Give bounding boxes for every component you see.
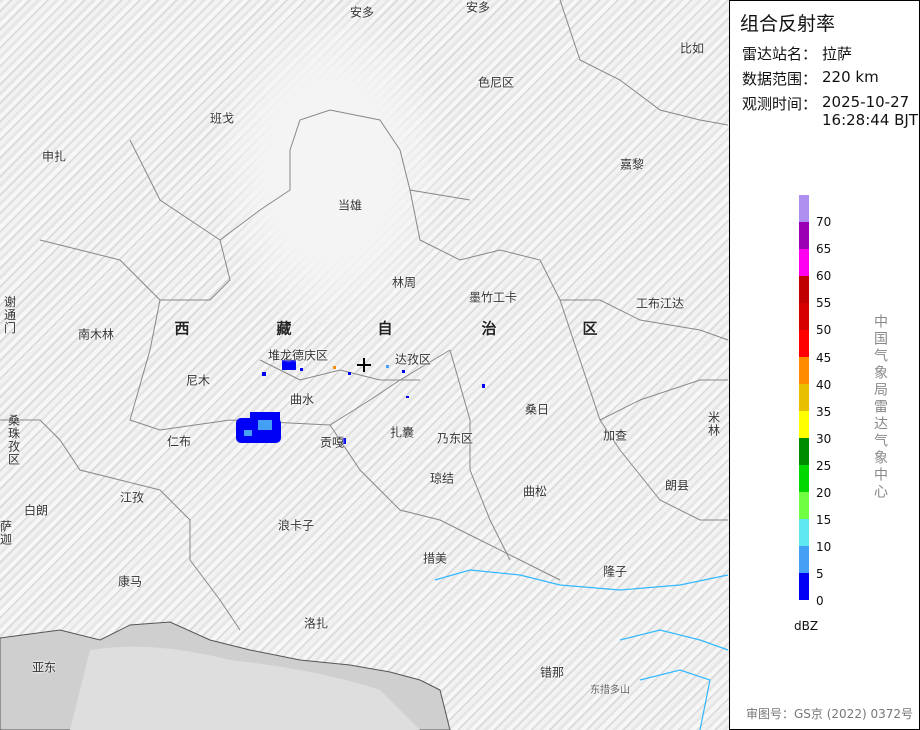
info-panel: 组合反射率 雷达站名： 拉萨 数据范围： 220 km 观测时间： 2025-10-2… [729,0,920,730]
legend-tick: 15 [816,513,832,528]
color-legend [799,195,809,600]
product-title: 组合反射率 [740,13,836,35]
place-label: 仁布 [166,434,192,449]
legend-swatch [799,249,809,276]
place-label: 南木林 [77,327,115,342]
legend-swatch [799,519,809,546]
radar-map[interactable]: 西 藏 自 治 区 安多 安多 比如 色尼区 班戈 申扎 嘉黎 当雄 林周 墨竹… [0,0,729,730]
place-label: 比如 [679,41,705,56]
legend-unit: dBZ [794,619,819,633]
place-label: 嘉黎 [619,157,645,172]
legend-tick: 35 [816,404,832,419]
place-label: 曲水 [289,392,315,407]
place-label: 安多 [465,0,491,15]
place-label: 工布江达 [635,296,685,311]
legend-swatch [799,492,809,519]
place-label: 桑日 [524,402,550,417]
place-label: 亚东 [31,660,57,675]
legend-swatch [799,330,809,357]
legend-swatch [799,411,809,438]
range-value: 220 km [822,68,879,86]
place-label: 错那 [539,665,565,680]
place-label: 乃东区 [436,431,474,446]
place-label: 堆龙德庆区 [267,348,329,363]
region-char: 自 [377,319,393,338]
place-label: 达孜区 [394,352,432,367]
place-label: 隆子 [602,564,628,579]
map-approval-number: 审图号：GS京 (2022) 0372号 [746,707,913,721]
time-label: 观测时间： [742,95,818,113]
organization-label: 中国气象局雷达气象中心 [872,314,888,501]
range-label: 数据范围： [742,70,818,88]
region-char: 治 [481,319,497,338]
legend-tick: 5 [816,567,824,582]
legend-swatch [799,465,809,492]
legend-tick: 50 [816,323,832,338]
legend-swatch [799,222,809,249]
place-label: 谢通门 [2,295,17,335]
place-label: 扎囊 [389,425,415,440]
place-label: 曲松 [522,484,548,499]
region-char: 西 [174,319,190,338]
legend-swatch [799,573,809,600]
place-label: 朗县 [664,478,690,493]
legend-swatch [799,303,809,330]
place-label: 色尼区 [477,75,515,90]
place-label: 浪卡子 [277,518,315,533]
legend-tick: 65 [816,242,832,257]
place-label: 当雄 [337,198,363,213]
station-label: 雷达站名： [742,45,818,63]
place-label: 白朗 [23,503,49,518]
place-label: 林周 [391,275,417,290]
place-label: 措美 [422,551,448,566]
legend-tick: 60 [816,269,832,284]
legend-tick: 20 [816,486,832,500]
legend-swatch [799,438,809,465]
map-boundaries [0,0,729,730]
place-label: 墨竹工卡 [468,290,518,305]
place-label: 贡嘎 [319,435,345,450]
legend-swatch [799,195,809,222]
radar-site-marker [357,358,371,372]
date-value: 2025-10-27 [822,93,910,111]
legend-tick: 10 [816,540,832,555]
legend-tick: 30 [816,431,832,446]
place-label: 江孜 [119,490,145,505]
legend-tick: 40 [816,377,832,392]
place-label: 桑珠孜区 [6,414,21,466]
legend-swatch [799,276,809,303]
region-char: 区 [582,319,598,338]
place-label: 琼结 [429,471,455,486]
legend-tick: 55 [816,296,832,311]
place-label: 安多 [349,5,375,20]
place-label: 申扎 [41,149,67,164]
mountain-label: 东措多山 [590,685,630,696]
legend-swatch [799,546,809,573]
place-label: 班戈 [209,111,235,126]
legend-swatch [799,357,809,384]
place-label: 康马 [117,574,143,589]
place-label: 萨迦 [0,520,13,546]
region-char: 藏 [276,319,292,338]
station-value: 拉萨 [822,45,853,63]
place-label: 洛扎 [303,616,329,631]
time-value: 16:28:44 BJT [822,111,919,129]
legend-swatch [799,384,809,411]
legend-tick: 0 [816,594,824,609]
place-label: 尼木 [185,373,211,388]
place-label: 米林 [706,411,721,437]
legend-tick: 25 [816,458,832,473]
place-label: 加查 [602,428,628,443]
legend-tick: 45 [816,350,832,365]
legend-tick: 70 [816,215,832,229]
